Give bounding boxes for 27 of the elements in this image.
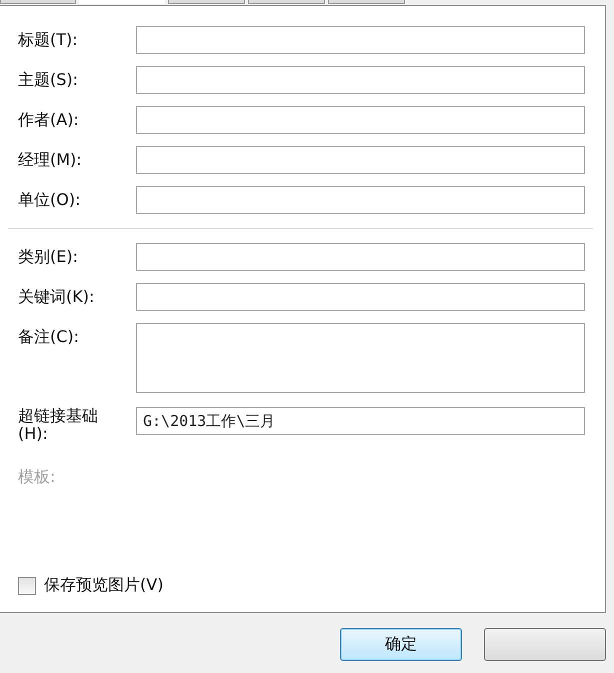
field-label: 标题(T): (18, 29, 79, 51)
input-field[interactable] (136, 146, 585, 174)
field-label: 作者(A): (18, 109, 80, 131)
field-label: 经理(M): (18, 149, 83, 171)
input-field[interactable] (136, 186, 585, 214)
field-label: 单位(O): (18, 189, 82, 211)
text-area[interactable] (136, 323, 585, 393)
input-field[interactable] (136, 66, 585, 94)
checkbox-label[interactable]: 保存预览图片(V) (44, 575, 164, 596)
dialog-button[interactable] (484, 628, 606, 661)
dialog-button[interactable]: 确定 (340, 628, 462, 661)
tab[interactable] (0, 0, 76, 4)
input-field[interactable] (136, 26, 585, 54)
tab[interactable] (168, 0, 245, 4)
input-field[interactable] (136, 243, 585, 271)
input-field[interactable] (136, 283, 585, 311)
field-label: 备注(C): (18, 326, 80, 348)
field-label: 主题(S): (18, 69, 80, 91)
field-label: 关键词(K): (18, 286, 96, 308)
field-label: 模板: (18, 466, 56, 488)
input-field[interactable]: G:\2013工作\三月 (136, 407, 585, 435)
checkbox[interactable] (18, 576, 36, 594)
field-label: 超链接基础(H): (18, 407, 99, 443)
field-label: 类别(E): (18, 246, 79, 268)
input-field[interactable] (136, 106, 585, 134)
tab[interactable] (328, 0, 405, 4)
tab[interactable] (248, 0, 325, 4)
